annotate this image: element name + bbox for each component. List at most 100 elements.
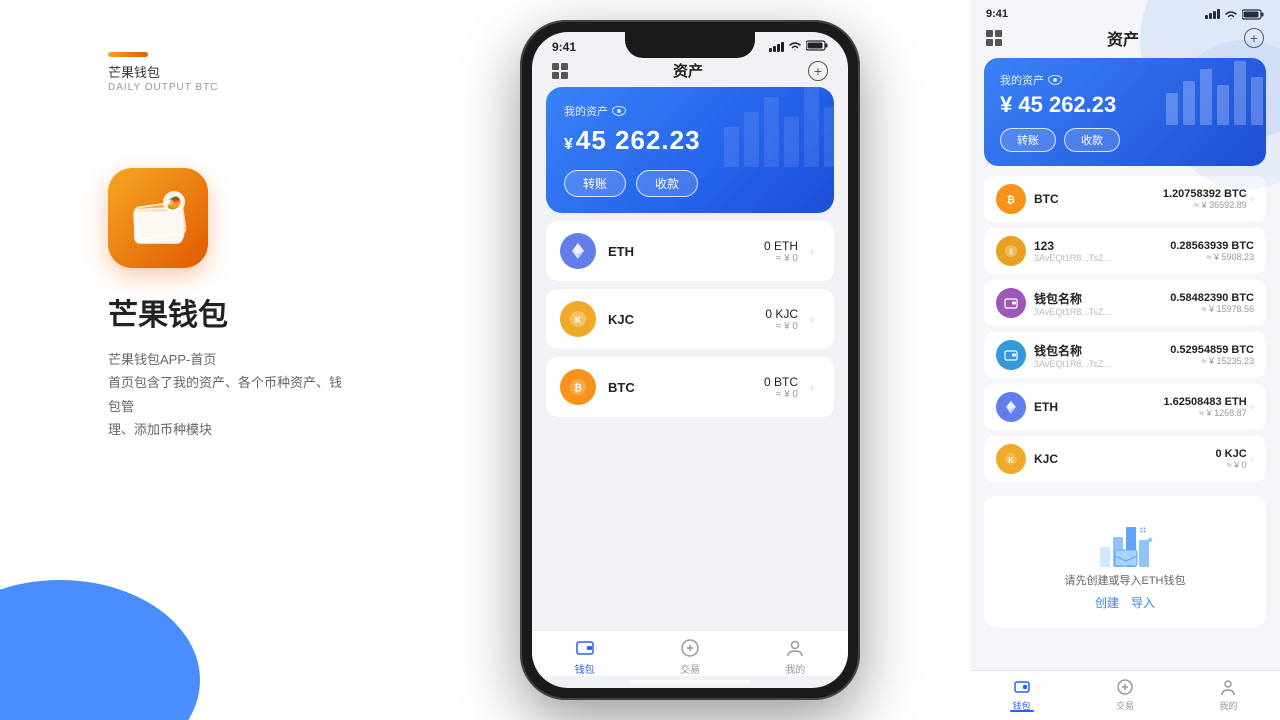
right-btc-icon: ₿	[996, 184, 1026, 214]
right-coin-eth[interactable]: ETH 1.62508483 ETH ≈ ¥ 1268.87 ›	[984, 384, 1266, 430]
coin-amount-btc: 0 BTC ≈ ¥ 0	[764, 375, 798, 400]
import-text: 请先创建或导入ETH钱包	[1065, 572, 1186, 588]
coin-amount-eth: 0 ETH ≈ ¥ 0	[764, 239, 798, 264]
right-kjc-icon: K	[996, 444, 1026, 474]
right-coin-kjc[interactable]: K KJC 0 KJC ≈ ¥ 0 ›	[984, 436, 1266, 482]
svg-text:K: K	[575, 315, 582, 325]
right-wallet2-amount: 0.52954859 BTC ≈ ¥ 15235.23	[1170, 344, 1254, 366]
transfer-button[interactable]: 转账	[564, 170, 626, 197]
coin-item-kjc[interactable]: K KJC 0 KJC ≈ ¥ 0 ›	[546, 289, 834, 349]
phone-nav-bar: 资产 +	[532, 54, 848, 87]
right-asset-card: 我的资产 ¥ 45 262.23 转账 收款	[984, 58, 1266, 166]
right-wallet2-icon	[996, 340, 1026, 370]
right-wallet-tab-icon	[1012, 677, 1032, 697]
right-123-info: 123 3AvEQt1R8...TsZ4fpaRQ	[1034, 239, 1170, 263]
right-bottom-tabs: 钱包 交易 我的	[970, 670, 1280, 720]
tab-mine-label: 我的	[785, 661, 805, 676]
phone-mockup: 9:41	[520, 20, 860, 700]
home-indicator	[630, 680, 750, 684]
coin-info-btc: BTC	[608, 380, 764, 395]
coin-info-eth: ETH	[608, 244, 764, 259]
right-123-icon: 1	[996, 236, 1026, 266]
decorative-blob	[0, 580, 200, 720]
right-wallet1-amount: 0.58482390 BTC ≈ ¥ 15978.56	[1170, 292, 1254, 314]
phone-frame: 9:41	[520, 20, 860, 700]
right-wallet1-icon	[996, 288, 1026, 318]
transaction-tab-icon	[679, 637, 701, 659]
import-link[interactable]: 导入	[1131, 594, 1155, 611]
import-illustration	[1085, 512, 1165, 572]
right-wallet2-info: 钱包名称 3AvEQt1R8...TsZ4fpaRQ	[1034, 342, 1170, 369]
coin-item-eth[interactable]: ETH 0 ETH ≈ ¥ 0 ›	[546, 221, 834, 281]
right-grid-icon[interactable]	[986, 30, 1002, 46]
coin-arrow-kjc: ›	[804, 311, 820, 327]
right-btc-info: BTC	[1034, 192, 1163, 206]
tab-transaction-label: 交易	[680, 661, 700, 676]
receive-button[interactable]: 收款	[636, 170, 698, 197]
tab-wallet-label: 钱包	[575, 661, 595, 676]
grid-icon[interactable]	[552, 63, 568, 79]
right-transaction-tab-label: 交易	[1116, 699, 1134, 712]
right-eth-amount: 1.62508483 ETH ≈ ¥ 1268.87	[1163, 396, 1246, 418]
asset-card: 我的资产 ¥45 262.23 转账 收款	[546, 87, 834, 213]
right-panel: 9:41 资产 + 我的资产	[970, 0, 1280, 720]
right-tab-transaction[interactable]: 交易	[1073, 677, 1176, 712]
btc-icon: ₿	[560, 369, 596, 405]
kjc-icon: K	[560, 301, 596, 337]
svg-text:🥭: 🥭	[166, 196, 181, 210]
wifi-icon	[788, 40, 802, 54]
right-kjc-amount: 0 KJC ≈ ¥ 0	[1215, 448, 1246, 470]
coin-info-kjc: KJC	[608, 312, 765, 327]
right-coin-list: ₿ BTC 1.20758392 BTC ≈ ¥ 36592.89 › 1 12…	[970, 176, 1280, 488]
brand-name-small: 芒果钱包	[108, 62, 160, 81]
coin-amount-kjc: 0 KJC ≈ ¥ 0	[765, 307, 798, 332]
mine-tab-icon	[784, 637, 806, 659]
tab-wallet[interactable]: 钱包	[532, 637, 637, 676]
tab-transaction[interactable]: 交易	[637, 637, 742, 676]
right-receive-button[interactable]: 收款	[1064, 128, 1120, 152]
eth-icon	[560, 233, 596, 269]
app-icon: 🥭	[108, 168, 208, 268]
left-panel: 芒果钱包 DAILY OUTPUT BTC 🥭 芒果钱包 芒果钱包APP-首页 …	[0, 0, 520, 720]
import-section: 请先创建或导入ETH钱包 创建 导入	[984, 496, 1266, 627]
wallet-tab-icon	[574, 637, 596, 659]
phone-notch	[625, 32, 755, 58]
coin-arrow-eth: ›	[804, 243, 820, 259]
right-transaction-tab-icon	[1115, 677, 1135, 697]
create-link[interactable]: 创建	[1095, 594, 1119, 611]
right-mine-tab-icon	[1218, 677, 1238, 697]
right-tab-wallet[interactable]: 钱包	[970, 677, 1073, 712]
right-coin-wallet1[interactable]: 钱包名称 3AvEQt1R8...TsZ4fpaRQ 0.58482390 BT…	[984, 280, 1266, 326]
right-mine-tab-label: 我的	[1219, 699, 1237, 712]
right-123-amount: 0.28563939 BTC ≈ ¥ 5908.23	[1170, 240, 1254, 262]
right-eth-icon	[996, 392, 1026, 422]
eye-icon[interactable]	[612, 106, 626, 116]
add-button[interactable]: +	[808, 61, 828, 81]
brand-subtitle: DAILY OUTPUT BTC	[108, 82, 218, 93]
right-nav-title: 资产	[1107, 26, 1139, 50]
phone-screen: 9:41	[532, 32, 848, 688]
right-tab-mine[interactable]: 我的	[1177, 677, 1280, 712]
accent-bar	[108, 52, 148, 57]
right-eye-icon[interactable]	[1048, 75, 1062, 85]
app-description: 芒果钱包APP-首页 首页包含了我的资产、各个币种资产、钱包管 理、添加币种模块	[108, 348, 348, 442]
right-wallet1-info: 钱包名称 3AvEQt1R8...TsZ4fpaRQ	[1034, 290, 1170, 317]
coin-arrow-btc: ›	[804, 379, 820, 395]
status-time: 9:41	[552, 40, 576, 54]
signal-icon	[769, 42, 784, 52]
right-coin-123[interactable]: 1 123 3AvEQt1R8...TsZ4fpaRQ 0.28563939 B…	[984, 228, 1266, 274]
right-eth-arrow: ›	[1251, 402, 1254, 413]
svg-text:K: K	[1008, 456, 1014, 465]
right-tab-indicator	[1010, 710, 1034, 712]
coin-list: ETH 0 ETH ≈ ¥ 0 › K KJC	[532, 213, 848, 433]
battery-icon	[806, 40, 828, 54]
import-links: 创建 导入	[1095, 594, 1155, 611]
right-transfer-button[interactable]: 转账	[1000, 128, 1056, 152]
app-main-title: 芒果钱包	[108, 290, 228, 334]
right-kjc-info: KJC	[1034, 452, 1215, 466]
right-coin-wallet2[interactable]: 钱包名称 3AvEQt1R8...TsZ4fpaRQ 0.52954859 BT…	[984, 332, 1266, 378]
coin-item-btc[interactable]: ₿ BTC 0 BTC ≈ ¥ 0 ›	[546, 357, 834, 417]
right-asset-label: 我的资产	[1000, 72, 1250, 88]
tab-mine[interactable]: 我的	[743, 637, 848, 676]
status-icons	[769, 40, 828, 54]
